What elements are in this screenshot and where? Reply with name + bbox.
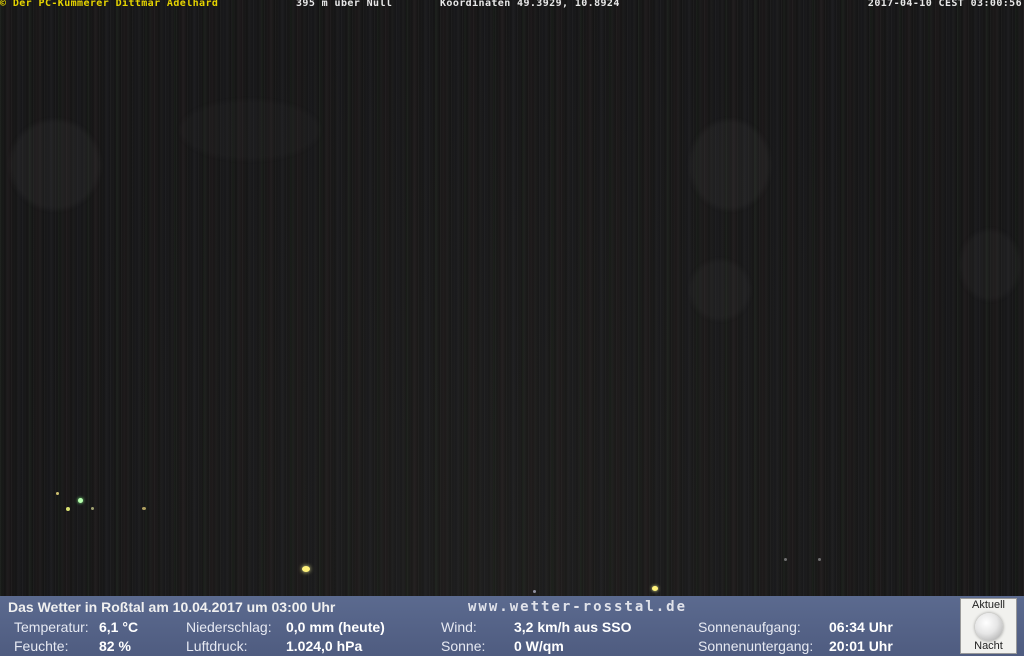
street-light [142,507,146,510]
webcam-info-overlay: © Der PC-Kümmerer Dittmar Adelhard 395 m… [0,0,1024,10]
moon-phase-box: Aktuell Nacht [960,598,1017,654]
street-light [533,590,536,593]
precipitation-value: 0,0 mm (heute) [286,619,385,635]
full-moon-icon [975,613,1003,641]
noise-patch [180,100,320,160]
noise-patch [960,230,1020,300]
street-light [91,507,94,510]
precipitation-label: Niederschlag: [186,619,272,635]
altitude-text: 395 m über Null [296,0,393,9]
wind-label: Wind: [441,619,477,635]
coordinates-text: Koordinaten 49.3929, 10.8924 [440,0,620,9]
street-light [784,558,787,561]
sun-label: Sonne: [441,638,486,654]
noise-patch [690,120,770,210]
sunset-value: 20:01 Uhr [829,638,893,654]
pressure-label: Luftdruck: [186,638,248,654]
noise-patch [10,120,100,210]
moon-label-night: Nacht [974,640,1003,652]
sun-value: 0 W/qm [514,638,564,654]
street-light [302,566,310,572]
street-light [818,558,821,561]
wind-value: 3,2 km/h aus SSO [514,619,632,635]
sunrise-value: 06:34 Uhr [829,619,893,635]
street-light [652,586,658,591]
moon-label-current: Aktuell [971,599,1006,611]
temperature-value: 6,1 °C [99,619,139,635]
street-light [78,498,83,503]
weather-title: Das Wetter in Roßtal am 10.04.2017 um 03… [8,599,336,615]
sunrise-label: Sonnenaufgang: [698,619,801,635]
datetime-text: 2017-04-10 CEST 03:00:56 [867,0,1022,9]
webcam-image [0,0,1024,596]
humidity-value: 82 % [99,638,131,654]
sunset-label: Sonnenuntergang: [698,638,814,654]
pressure-value: 1.024,0 hPa [286,638,363,654]
humidity-label: Feuchte: [14,638,69,654]
noise-patch [690,260,750,320]
weather-panel: Das Wetter in Roßtal am 10.04.2017 um 03… [0,596,1024,656]
street-light [56,492,59,495]
street-light [66,507,70,511]
temperature-label: Temperatur: [14,619,89,635]
website-link[interactable]: www.wetter-rosstal.de [468,599,687,615]
copyright-text: © Der PC-Kümmerer Dittmar Adelhard [0,0,219,9]
